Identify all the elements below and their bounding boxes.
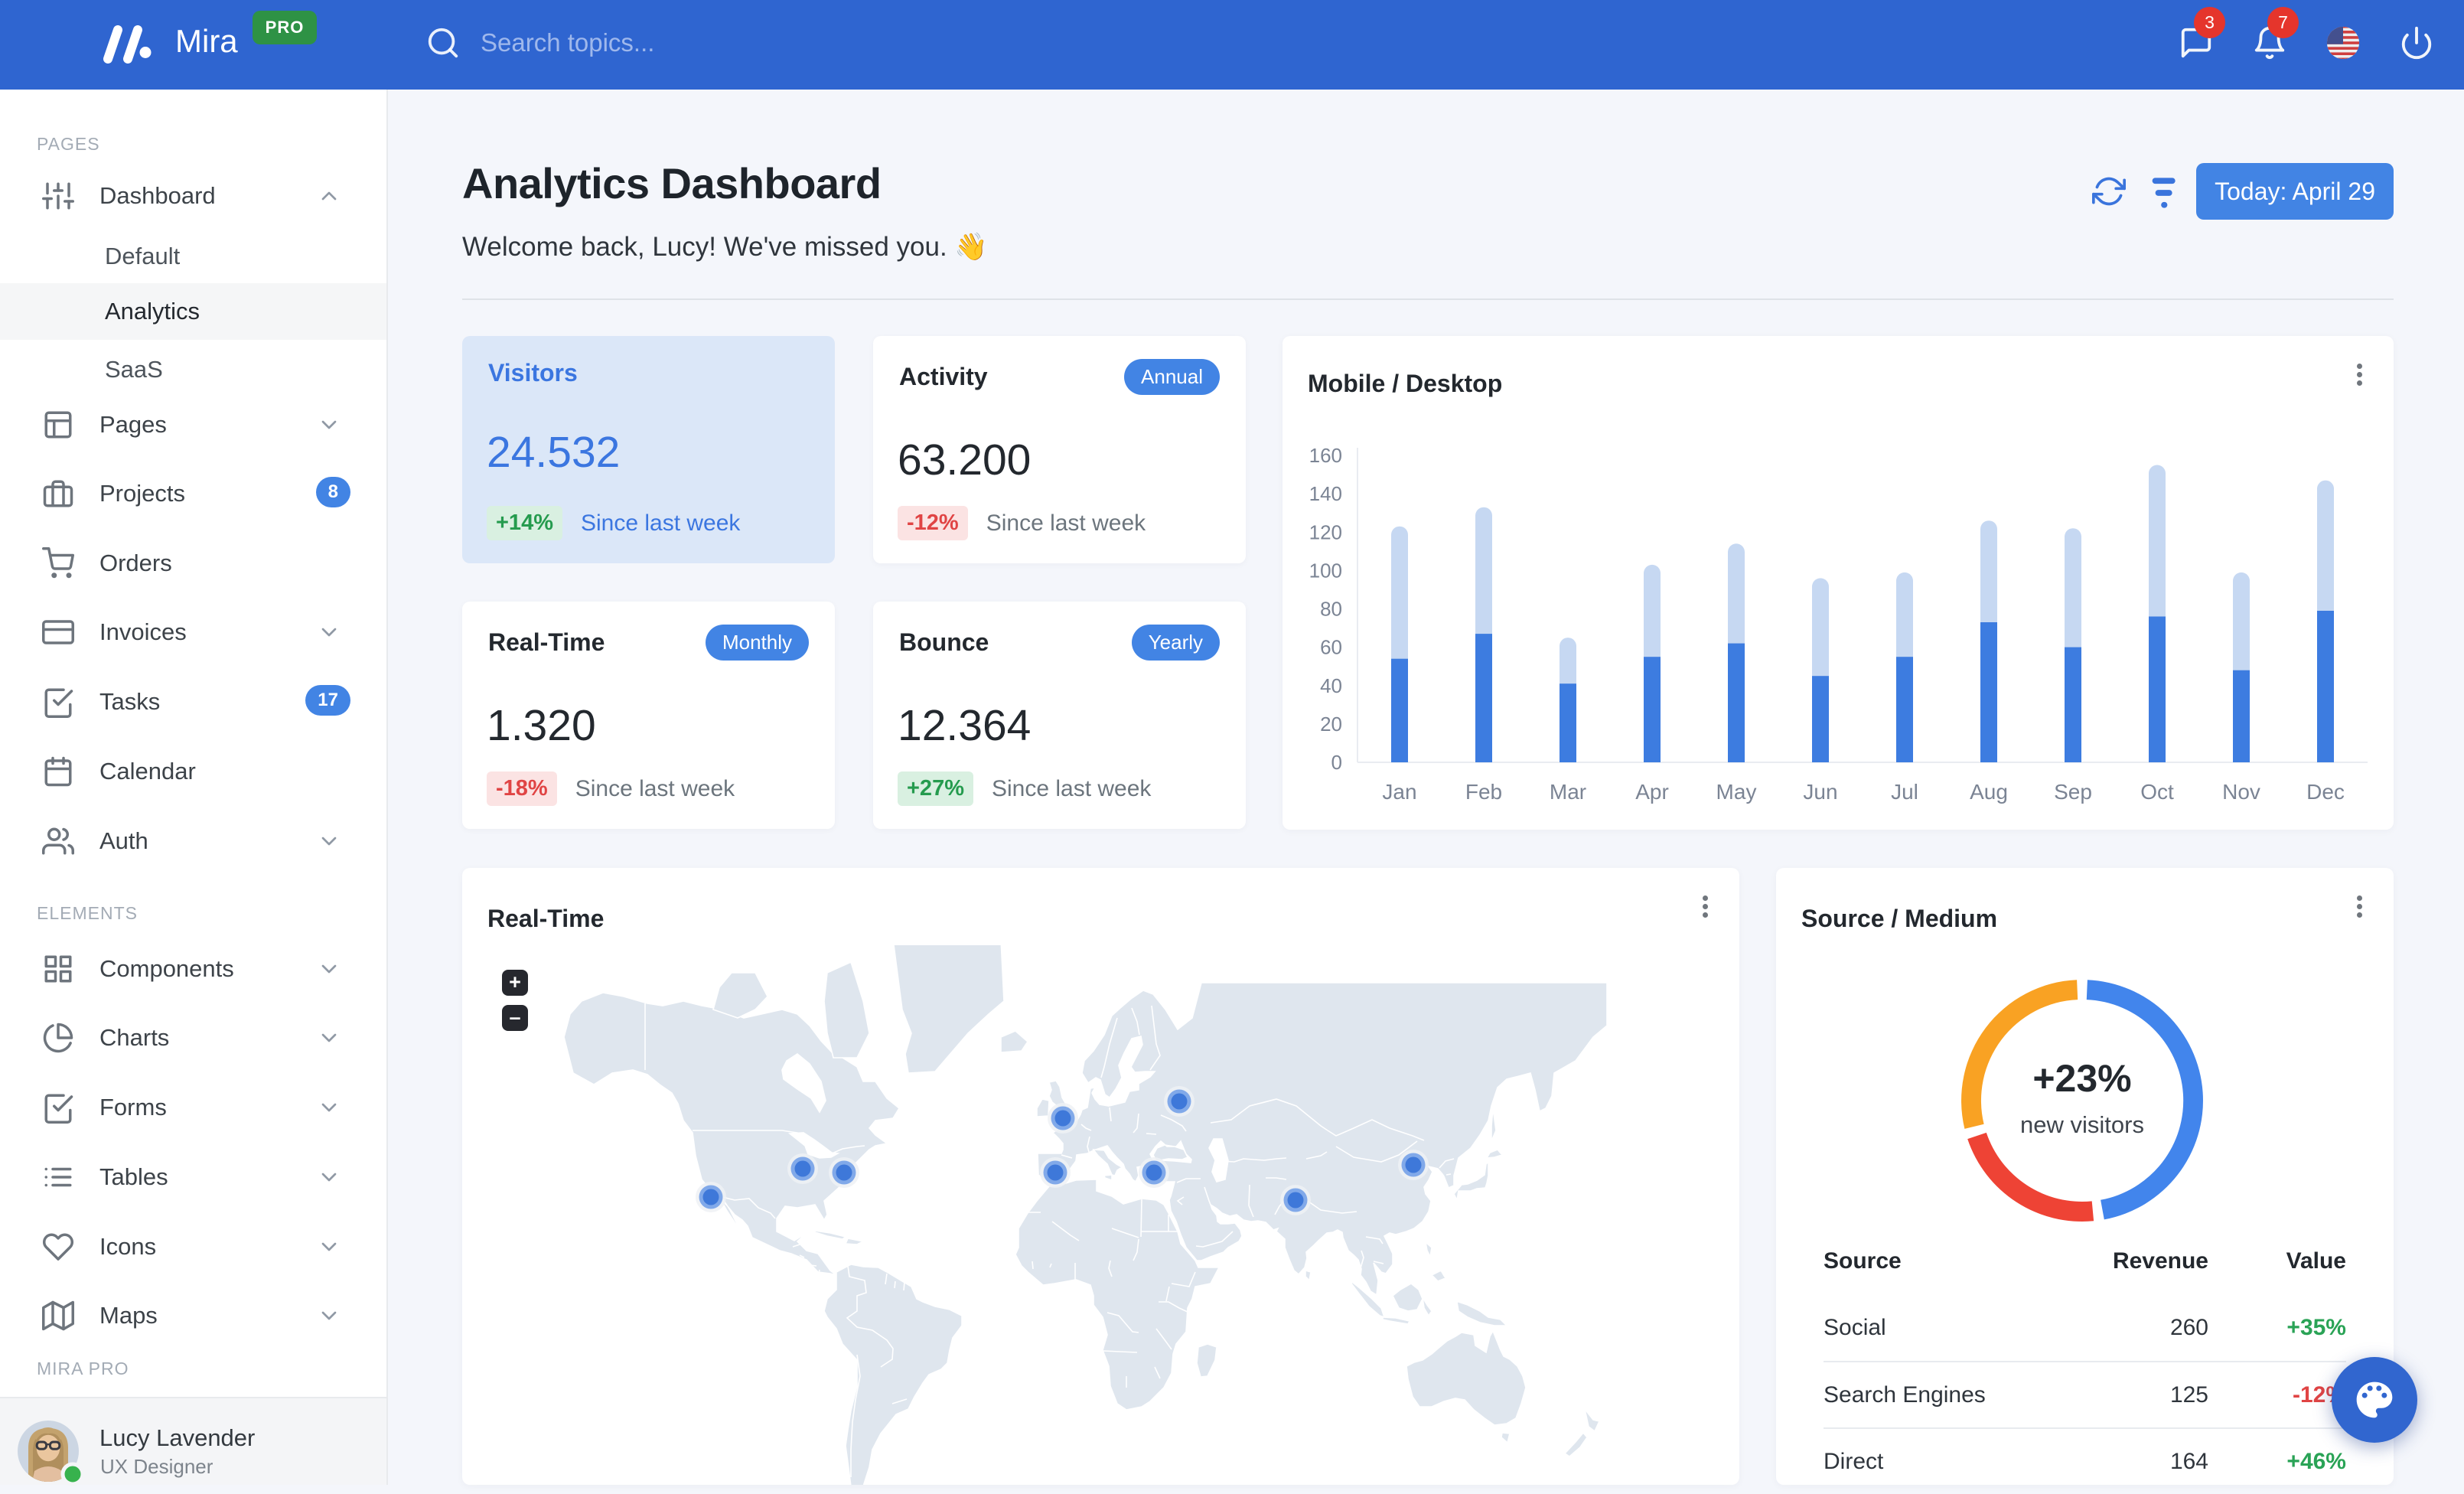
svg-text:100: 100 — [1309, 559, 1342, 582]
svg-text:Aug: Aug — [1970, 780, 2008, 804]
svg-text:120: 120 — [1309, 520, 1342, 543]
svg-text:Sep: Sep — [2054, 780, 2092, 804]
svg-text:0: 0 — [1331, 751, 1342, 774]
svg-text:Apr: Apr — [1635, 780, 1669, 804]
svg-text:60: 60 — [1320, 636, 1342, 659]
svg-text:May: May — [1716, 780, 1757, 804]
svg-text:Oct: Oct — [2140, 780, 2174, 804]
svg-text:Nov: Nov — [2222, 780, 2260, 804]
svg-text:20: 20 — [1320, 713, 1342, 736]
svg-text:+23%: +23% — [2032, 1057, 2131, 1100]
svg-text:new visitors: new visitors — [2020, 1111, 2144, 1138]
svg-text:Feb: Feb — [1465, 780, 1502, 804]
svg-text:Jun: Jun — [1803, 780, 1837, 804]
svg-text:Mar: Mar — [1550, 780, 1586, 804]
svg-text:40: 40 — [1320, 674, 1342, 697]
svg-text:Jul: Jul — [1891, 780, 1918, 804]
svg-text:140: 140 — [1309, 482, 1342, 505]
svg-text:Jan: Jan — [1382, 780, 1416, 804]
svg-text:Dec: Dec — [2306, 780, 2345, 804]
svg-text:80: 80 — [1320, 598, 1342, 621]
svg-text:160: 160 — [1309, 444, 1342, 467]
